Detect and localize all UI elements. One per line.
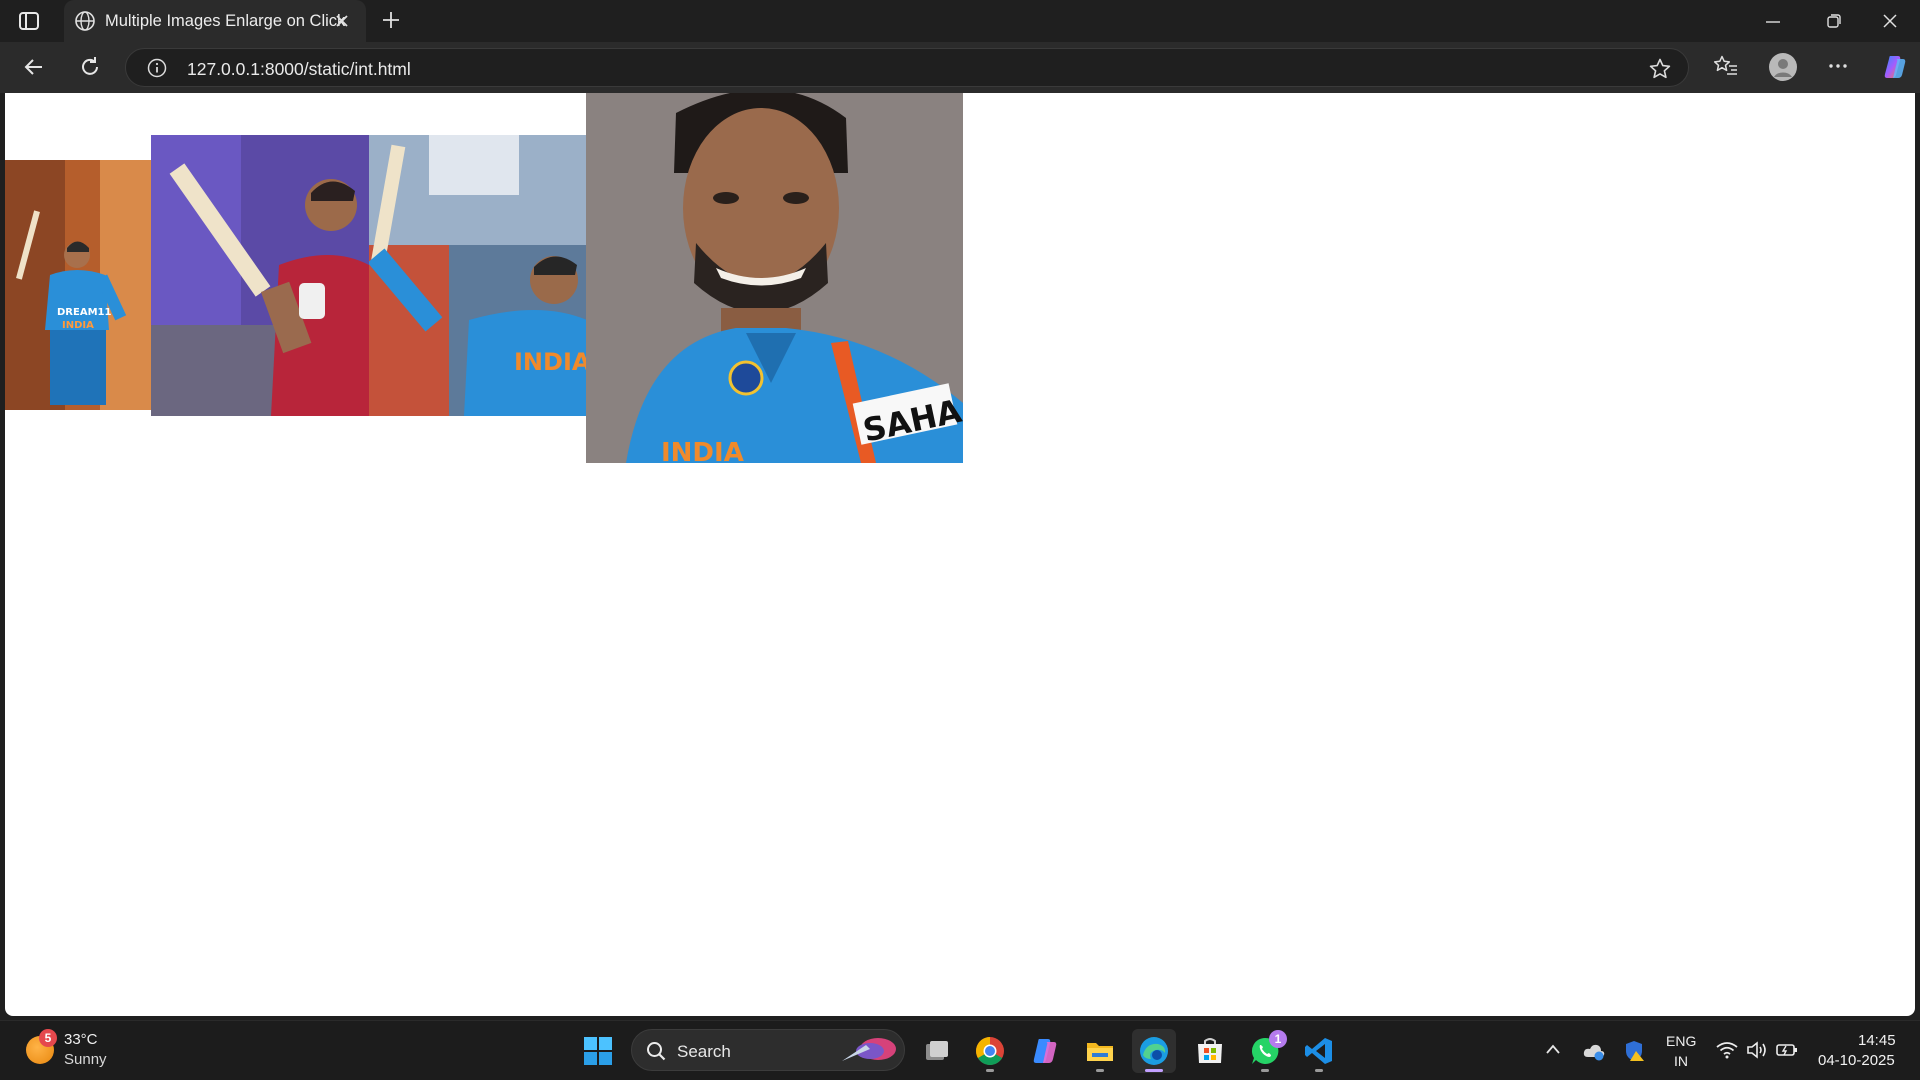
more-icon[interactable] [1826, 54, 1850, 78]
whatsapp-badge: 1 [1269, 1030, 1287, 1048]
cricketer-photo-1[interactable]: DREAM11 INDIA [5, 160, 151, 410]
weather-condition: Sunny [64, 1051, 107, 1068]
close-icon[interactable] [334, 13, 350, 29]
star-icon[interactable] [1648, 57, 1672, 81]
store-icon [1194, 1035, 1226, 1067]
taskbar-store[interactable] [1188, 1029, 1232, 1073]
taskbar-edge[interactable] [1132, 1029, 1176, 1073]
globe-icon [74, 10, 96, 32]
search-icon [646, 1041, 666, 1061]
weather-temperature: 33°C [64, 1031, 98, 1048]
svg-text:INDIA: INDIA [62, 320, 94, 331]
plus-icon[interactable] [381, 10, 401, 30]
svg-text:DREAM11: DREAM11 [57, 307, 111, 318]
onedrive-icon[interactable] [1582, 1041, 1606, 1061]
running-indicator [1315, 1069, 1323, 1072]
address-bar[interactable]: 127.0.0.1:8000/static/int.html [125, 48, 1689, 87]
cricketer-photo-2[interactable] [151, 135, 369, 416]
reload-icon[interactable] [78, 55, 102, 79]
wifi-icon[interactable] [1716, 1041, 1738, 1059]
edge-icon [1138, 1035, 1170, 1067]
weather-badge: 5 [39, 1029, 57, 1047]
taskbar-vscode[interactable] [1297, 1029, 1341, 1073]
restore-icon[interactable] [1826, 13, 1842, 29]
back-arrow-icon[interactable] [22, 55, 46, 79]
chrome-icon [974, 1035, 1006, 1067]
cricketer-photo-4-enlarged[interactable]: SAHA INDIA [586, 93, 963, 463]
url-text[interactable]: 127.0.0.1:8000/static/int.html [187, 59, 411, 80]
battery-icon[interactable] [1775, 1040, 1799, 1060]
search-label: Search [677, 1042, 731, 1061]
windows-taskbar: 5 33°C Sunny Search 1 ENG IN 14:45 04-10… [0, 1020, 1920, 1080]
taskbar-chrome[interactable] [968, 1029, 1012, 1073]
profile-icon[interactable] [1768, 52, 1798, 82]
minimize-icon[interactable] [1766, 20, 1780, 24]
task-view-icon [921, 1035, 953, 1067]
taskbar-task-view[interactable] [915, 1029, 959, 1073]
search-highlight-icon [840, 1035, 900, 1065]
clock-date[interactable]: 04-10-2025 [1818, 1052, 1895, 1069]
svg-text:INDIA: INDIA [514, 348, 587, 376]
svg-text:INDIA: INDIA [661, 438, 744, 463]
browser-toolbar: 127.0.0.1:8000/static/int.html [0, 42, 1920, 93]
copilot-icon[interactable] [1881, 53, 1909, 81]
running-indicator [986, 1069, 994, 1072]
running-indicator [1261, 1069, 1269, 1072]
start-icon[interactable] [583, 1036, 613, 1066]
region-indicator[interactable]: IN [1674, 1053, 1688, 1069]
active-tab[interactable]: Multiple Images Enlarge on Click [64, 0, 366, 42]
running-indicator [1096, 1069, 1104, 1072]
page-viewport: DREAM11 INDIA INDIA SAHA INDIA [5, 93, 1915, 1016]
copilot-app-icon [1029, 1035, 1061, 1067]
language-indicator[interactable]: ENG [1666, 1033, 1696, 1049]
active-indicator [1145, 1069, 1163, 1072]
taskbar-search-box[interactable]: Search [631, 1029, 905, 1071]
favorites-icon[interactable] [1713, 54, 1739, 78]
info-icon[interactable] [147, 58, 167, 78]
tab-actions-icon[interactable] [17, 10, 43, 32]
clock-time[interactable]: 14:45 [1858, 1032, 1896, 1049]
vscode-icon [1303, 1035, 1335, 1067]
tab-title: Multiple Images Enlarge on Click [105, 12, 346, 30]
taskbar-file-explorer[interactable] [1078, 1029, 1122, 1073]
file-explorer-icon [1084, 1035, 1116, 1067]
taskbar-whatsapp[interactable]: 1 [1243, 1029, 1287, 1073]
taskbar-copilot[interactable] [1023, 1029, 1067, 1073]
volume-icon[interactable] [1746, 1040, 1768, 1060]
chevron-up-icon[interactable] [1545, 1043, 1561, 1055]
close-window-icon[interactable] [1882, 13, 1898, 29]
security-shield-icon[interactable] [1623, 1039, 1645, 1063]
cricketer-photo-3[interactable]: INDIA [369, 135, 587, 416]
title-bar: Multiple Images Enlarge on Click [0, 0, 1920, 42]
